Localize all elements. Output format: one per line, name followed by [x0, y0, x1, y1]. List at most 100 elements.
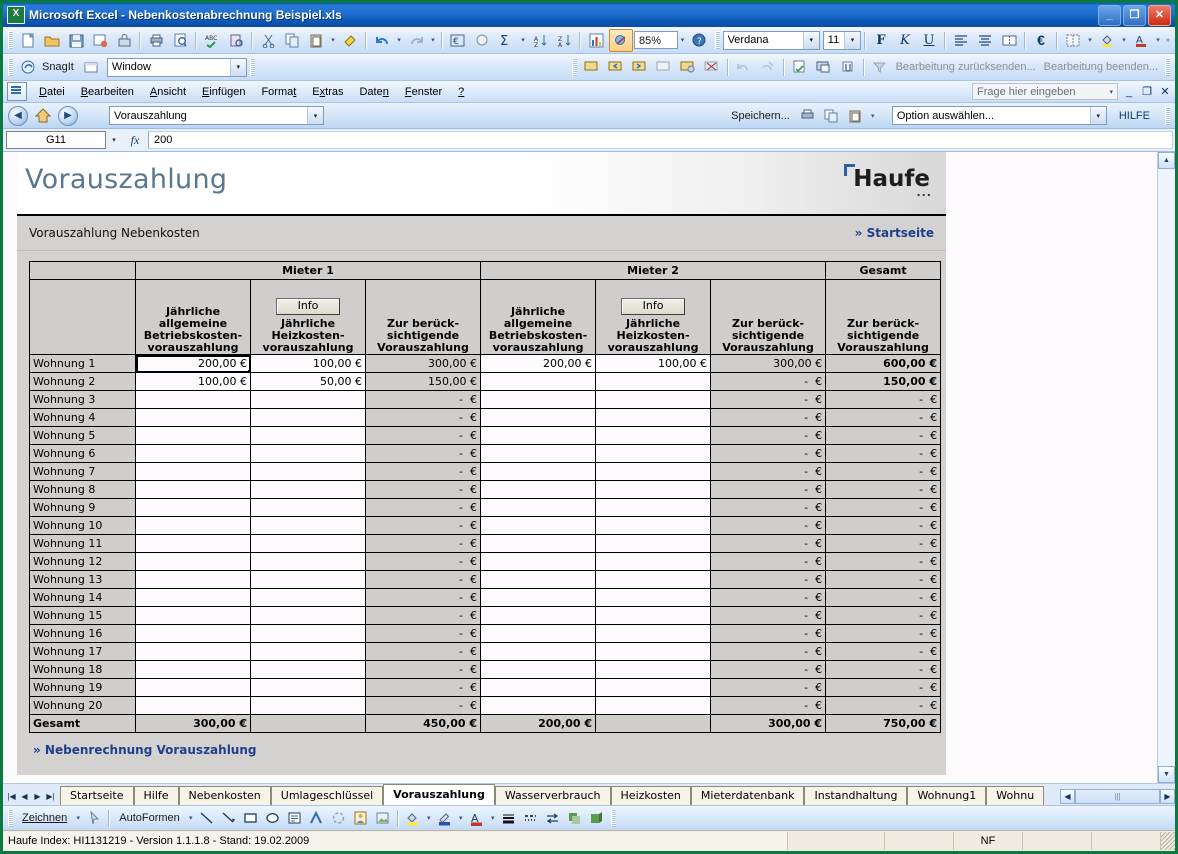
- send-back-review-label[interactable]: Bearbeitung zurücksenden...: [892, 61, 1040, 73]
- scroll-up-button[interactable]: ▲: [1158, 152, 1175, 169]
- autoshapes-button[interactable]: AutoFormen: [113, 812, 186, 824]
- cell-m2-heizkosten[interactable]: [596, 661, 711, 679]
- cell-m2-heizkosten[interactable]: [596, 427, 711, 445]
- dash-style-icon[interactable]: [520, 808, 542, 828]
- menu-einfuegen[interactable]: Einfügen: [194, 84, 253, 100]
- minimize-button[interactable]: _: [1098, 5, 1121, 26]
- snagit-profile-combo[interactable]: Window ▾: [107, 58, 247, 77]
- menu-ansicht[interactable]: Ansicht: [142, 84, 194, 100]
- nav-paste-dropdown-icon[interactable]: ▾: [868, 112, 878, 120]
- sheet-tab[interactable]: Wasserverbrauch: [495, 786, 611, 805]
- horizontal-scrollbar[interactable]: ◀ ||| ▶: [1060, 788, 1175, 805]
- cell-m1-heizkosten[interactable]: [251, 571, 366, 589]
- merge-cells-icon[interactable]: [998, 30, 1020, 51]
- cell-m1-betriebskosten[interactable]: [136, 481, 251, 499]
- borders-dropdown-icon[interactable]: ▾: [1085, 36, 1095, 44]
- cell-m1-heizkosten[interactable]: [251, 391, 366, 409]
- sheet-tab[interactable]: Startseite: [60, 786, 134, 805]
- cell-m1-heizkosten[interactable]: [251, 445, 366, 463]
- cell-m2-heizkosten[interactable]: [596, 391, 711, 409]
- cell-m2-heizkosten[interactable]: [596, 643, 711, 661]
- line-style-icon[interactable]: [498, 808, 520, 828]
- cell-m2-heizkosten[interactable]: [596, 553, 711, 571]
- format-toolbar-grip[interactable]: [715, 31, 720, 49]
- cell-m1-heizkosten[interactable]: [251, 553, 366, 571]
- tab-first-button[interactable]: |◀: [5, 792, 18, 801]
- cell-m1-heizkosten[interactable]: [251, 589, 366, 607]
- draw-menu-button[interactable]: Zeichnen: [16, 812, 73, 824]
- rectangle-icon[interactable]: [240, 808, 262, 828]
- cell-m2-heizkosten[interactable]: [596, 499, 711, 517]
- cell-m2-betriebskosten[interactable]: [481, 517, 596, 535]
- save-icon[interactable]: [65, 30, 87, 51]
- sheet-select-dropdown-icon[interactable]: ▾: [307, 107, 323, 124]
- nav-copy-icon[interactable]: [821, 105, 843, 126]
- new-icon[interactable]: [17, 30, 39, 51]
- menu-help[interactable]: ?: [450, 84, 472, 100]
- chart-wizard-icon[interactable]: [585, 30, 607, 51]
- menu-bearbeiten[interactable]: Bearbeiten: [73, 84, 142, 100]
- cell-m1-betriebskosten[interactable]: [136, 553, 251, 571]
- mail-recipient-icon[interactable]: [813, 57, 835, 78]
- cell-m2-heizkosten[interactable]: [596, 625, 711, 643]
- sheet-tab[interactable]: Instandhaltung: [804, 786, 907, 805]
- new-comment-icon[interactable]: [581, 57, 603, 78]
- sheet-tab[interactable]: Wohnung1: [907, 786, 986, 805]
- drawing-toggle-icon[interactable]: [609, 29, 633, 52]
- font-color-dropdown-icon[interactable]: ▾: [1153, 36, 1163, 44]
- cell-m2-betriebskosten[interactable]: [481, 589, 596, 607]
- resize-grip[interactable]: [1161, 832, 1175, 850]
- font-color-draw-dropdown-icon[interactable]: ▾: [488, 814, 498, 822]
- tab-prev-button[interactable]: ◀: [18, 792, 31, 801]
- cell-m2-betriebskosten[interactable]: [481, 571, 596, 589]
- select-objects-icon[interactable]: [83, 808, 105, 828]
- cell-m2-heizkosten[interactable]: [596, 679, 711, 697]
- vertical-scroll-track[interactable]: [1158, 169, 1175, 766]
- text-box-icon[interactable]: [284, 808, 306, 828]
- cell-m1-heizkosten[interactable]: [251, 517, 366, 535]
- cell-m1-betriebskosten[interactable]: [136, 571, 251, 589]
- menu-daten[interactable]: Daten: [351, 84, 396, 100]
- font-size-combo[interactable]: 11 ▾: [823, 31, 861, 50]
- cell-m2-betriebskosten[interactable]: [481, 391, 596, 409]
- cell-m1-betriebskosten[interactable]: [136, 517, 251, 535]
- drawing-end-grip[interactable]: [611, 809, 616, 827]
- cell-m1-betriebskosten[interactable]: [136, 463, 251, 481]
- hilfe-button[interactable]: HILFE: [1107, 110, 1162, 122]
- fill-color-draw-icon[interactable]: [402, 808, 424, 828]
- cell-m1-betriebskosten[interactable]: [136, 427, 251, 445]
- cell-m1-heizkosten[interactable]: [251, 481, 366, 499]
- line-icon[interactable]: [196, 808, 218, 828]
- info-button-mieter2[interactable]: Info: [621, 298, 685, 315]
- cell-m2-betriebskosten[interactable]: [481, 661, 596, 679]
- tab-last-button[interactable]: ▶|: [44, 792, 57, 801]
- cell-m1-heizkosten[interactable]: [251, 409, 366, 427]
- cell-m1-heizkosten[interactable]: [251, 643, 366, 661]
- borders-icon[interactable]: [1062, 30, 1084, 51]
- align-center-icon[interactable]: [974, 30, 996, 51]
- info-button-mieter1[interactable]: Info: [276, 298, 340, 315]
- fill-color-dropdown-icon[interactable]: ▾: [1119, 36, 1129, 44]
- cell-m1-betriebskosten[interactable]: 100,00 €: [136, 373, 251, 391]
- snagit-profile-dropdown-icon[interactable]: ▾: [230, 59, 246, 76]
- draw-menu-dropdown-icon[interactable]: ▾: [73, 814, 83, 822]
- cell-m2-heizkosten[interactable]: [596, 373, 711, 391]
- paste-icon[interactable]: [305, 30, 327, 51]
- delete-comment-icon[interactable]: [677, 57, 699, 78]
- toolbar-grip[interactable]: [8, 31, 13, 49]
- cell-m2-betriebskosten[interactable]: [481, 607, 596, 625]
- hscroll-right-button[interactable]: ▶: [1160, 789, 1175, 804]
- cell-m2-heizkosten[interactable]: [596, 481, 711, 499]
- euro-format-button[interactable]: €: [1030, 30, 1052, 51]
- fill-color-icon[interactable]: [1096, 30, 1118, 51]
- name-box[interactable]: G11: [6, 131, 106, 149]
- italic-button[interactable]: K: [894, 30, 916, 51]
- cell-m2-betriebskosten[interactable]: [481, 427, 596, 445]
- ask-question-input[interactable]: Frage hier eingeben ▾: [972, 83, 1118, 100]
- arrow-icon[interactable]: [218, 808, 240, 828]
- cell-m2-betriebskosten[interactable]: [481, 373, 596, 391]
- cell-m1-heizkosten[interactable]: [251, 607, 366, 625]
- workbook-close-button[interactable]: ✕: [1158, 85, 1172, 98]
- sort-ascending-icon[interactable]: AZ: [529, 30, 551, 51]
- restore-button[interactable]: ❐: [1123, 5, 1146, 26]
